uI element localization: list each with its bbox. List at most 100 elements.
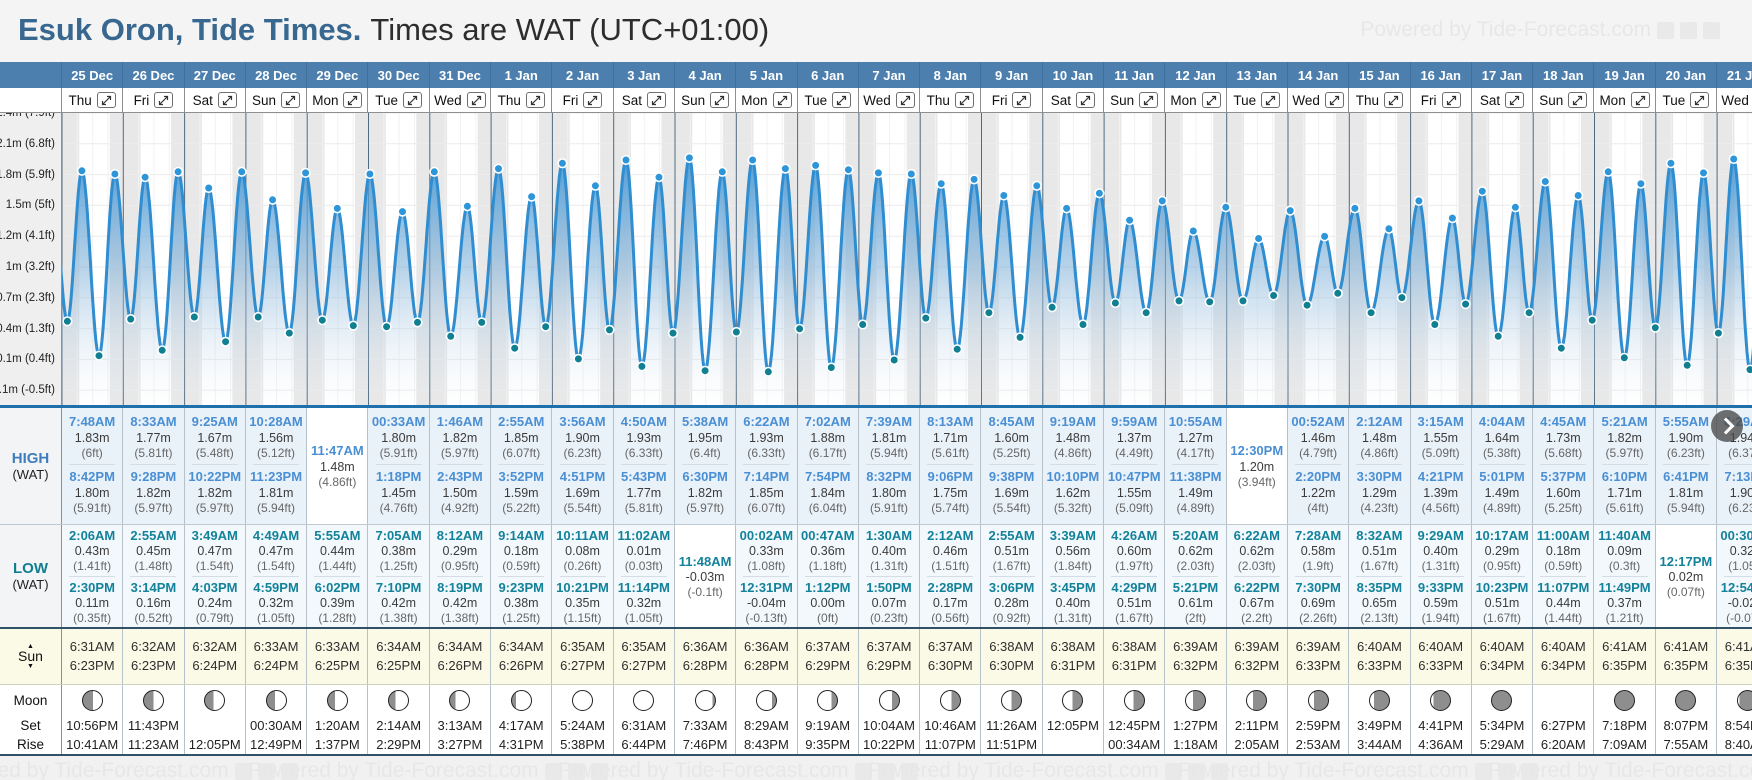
high-tide-height-m: 1.83m <box>74 431 110 445</box>
low-tide-dot <box>1077 319 1089 330</box>
low-tide-time: 4:59PM <box>253 580 299 595</box>
high-tide-dot <box>843 164 854 175</box>
expand-day-button[interactable] <box>466 92 486 108</box>
low-tide-height-m: 0.56m <box>1055 544 1091 558</box>
low-tide-time: 10:17AM <box>1475 528 1529 543</box>
expand-day-button[interactable] <box>1505 92 1525 108</box>
moonset-cell: 2:59PM <box>1287 716 1350 735</box>
high-tide-dot <box>810 160 821 171</box>
sun-cell: 6:36AM 6:28PM <box>674 629 737 684</box>
low-tide-height-ft: (-0.13ft) <box>745 611 788 625</box>
low-tide-height-ft: (0.52ft) <box>134 611 173 625</box>
expand-day-button[interactable] <box>154 92 174 108</box>
low-tide-entry: 00:47AM 0.36m (1.18ft) <box>801 528 854 573</box>
low-tide-time: 9:14AM <box>498 528 545 543</box>
low-tide-time: 1:50PM <box>866 580 912 595</box>
moonset-cell: 6:31AM <box>613 716 675 735</box>
moon-columns <box>62 685 1752 716</box>
weekday-cell: Fri <box>552 88 614 112</box>
high-tide-height-m: 1.90m <box>1729 486 1752 500</box>
low-tide-height-ft: (0.92ft) <box>992 611 1031 625</box>
expand-day-button[interactable] <box>1076 92 1096 108</box>
moonrise-time: 5:38PM <box>560 737 605 752</box>
high-tide-height-ft: (4.92ft) <box>440 501 479 515</box>
expand-day-button[interactable] <box>1324 92 1344 108</box>
high-tide-height-ft: (5.09ft) <box>1421 446 1460 460</box>
moonrise-time: 4:31PM <box>498 737 544 752</box>
moon-cell <box>1717 685 1752 716</box>
high-tide-entry: 10:55AM 1.27m (4.17ft) <box>1169 413 1222 461</box>
expand-day-button[interactable] <box>1012 92 1032 108</box>
high-tide-entry: 4:04AM 1.64m (5.38ft) <box>1479 413 1525 461</box>
low-tide-entry: 3:06PM 0.28m (0.92ft) <box>989 580 1035 625</box>
expand-day-button[interactable] <box>1441 92 1461 108</box>
high-tide-dot <box>998 190 1009 201</box>
moonset-cell: 8:07PM <box>1655 716 1718 735</box>
expand-day-button[interactable] <box>343 92 363 108</box>
entry-separator <box>130 576 177 577</box>
sunset-time: 6:33PM <box>1418 658 1464 673</box>
expand-day-button[interactable] <box>772 92 792 108</box>
low-tide-time: 3:49AM <box>191 528 238 543</box>
moonrise-cell: 11:51PM <box>981 735 1043 754</box>
expand-day-button[interactable] <box>1690 92 1710 108</box>
sun-row: ▲ Sun ▼ 6:31AM 6:23PM 6:32AM 6:23PM 6:32AM 6:… <box>0 627 1752 684</box>
low-tide-height-ft: (1.84ft) <box>1053 559 1092 573</box>
low-tide-height-m: 0.60m <box>1116 544 1152 558</box>
low-tide-dot <box>125 314 136 325</box>
date-cell: 25 Dec <box>62 62 124 88</box>
weekday-cell: Sat <box>185 88 246 112</box>
low-tide-dot <box>476 317 487 328</box>
expand-day-button[interactable] <box>1139 92 1159 108</box>
expand-day-button[interactable] <box>1261 92 1281 108</box>
low-tide-height-ft: (2.13ft) <box>1360 611 1399 625</box>
low-tide-height-ft: (0.59ft) <box>1544 559 1583 573</box>
moonrise-cell: 6:20AM <box>1533 735 1595 754</box>
entry-separator <box>743 464 790 465</box>
low-tide-entry: 2:12AM 0.46m (1.51ft) <box>927 528 973 573</box>
expand-day-button[interactable] <box>217 92 237 108</box>
high-tide-height-ft: (4.86ft) <box>1053 446 1092 460</box>
high-tide-height-ft: (6.07ft) <box>747 501 786 515</box>
moon-gutter: Moon <box>0 685 62 716</box>
high-tide-height-m: 1.73m <box>1545 431 1581 445</box>
low-tide-time: 3:45PM <box>1050 580 1096 595</box>
low-tide-height-ft: (1.44ft) <box>318 559 357 573</box>
high-tide-dot <box>429 166 440 177</box>
expand-day-button[interactable] <box>1568 92 1588 108</box>
moonset-cell: 5:34PM <box>1471 716 1534 735</box>
expand-day-button[interactable] <box>832 92 852 108</box>
low-tide-cell: 10:11AM 0.08m (0.26ft) 10:21PM 0.35m (1.15ft) <box>552 525 614 627</box>
high-tide-time: 9:25AM <box>191 414 238 429</box>
high-tide-time: 12:30PM <box>1230 443 1284 458</box>
high-tide-entry: 10:28AM 1.56m (5.12ft) <box>249 413 302 461</box>
expand-icon <box>285 95 296 105</box>
weekday-cell: Sat <box>1472 88 1534 112</box>
sun-cell: 6:32AM 6:23PM <box>123 629 185 684</box>
expand-day-button[interactable] <box>895 92 915 108</box>
expand-day-button[interactable] <box>403 92 423 108</box>
expand-day-button[interactable] <box>646 92 666 108</box>
expand-day-button[interactable] <box>954 92 974 108</box>
low-tide-time: 4:29PM <box>1111 580 1157 595</box>
expand-day-button[interactable] <box>1384 92 1404 108</box>
date-cell: 21 Jan <box>1717 62 1752 88</box>
moonset-label: Set <box>20 718 41 733</box>
high-tide-entry: 00:52AM 1.46m (4.79ft) <box>1291 413 1344 461</box>
expand-day-button[interactable] <box>1630 92 1650 108</box>
expand-day-button[interactable] <box>583 92 603 108</box>
date-label: 4 Jan <box>688 67 722 83</box>
high-tide-height-ft: (6.37ft) <box>1728 446 1752 460</box>
expand-day-button[interactable] <box>281 92 301 108</box>
low-tide-cell: 4:26AM 0.60m (1.97ft) 4:29PM 0.51m (1.67ft) <box>1104 525 1166 627</box>
expand-day-button[interactable] <box>96 92 116 108</box>
high-tide-height-m: 1.77m <box>136 431 171 445</box>
expand-day-button[interactable] <box>710 92 730 108</box>
expand-day-button[interactable] <box>1201 92 1221 108</box>
moon-cell <box>1287 685 1350 716</box>
next-days-button[interactable] <box>1711 410 1743 442</box>
low-tide-entry: 12:31PM -0.04m (-0.13ft) <box>740 580 793 625</box>
date-label: 27 Dec <box>193 67 236 83</box>
low-tide-time: 4:26AM <box>1111 528 1158 543</box>
expand-day-button[interactable] <box>525 92 545 108</box>
